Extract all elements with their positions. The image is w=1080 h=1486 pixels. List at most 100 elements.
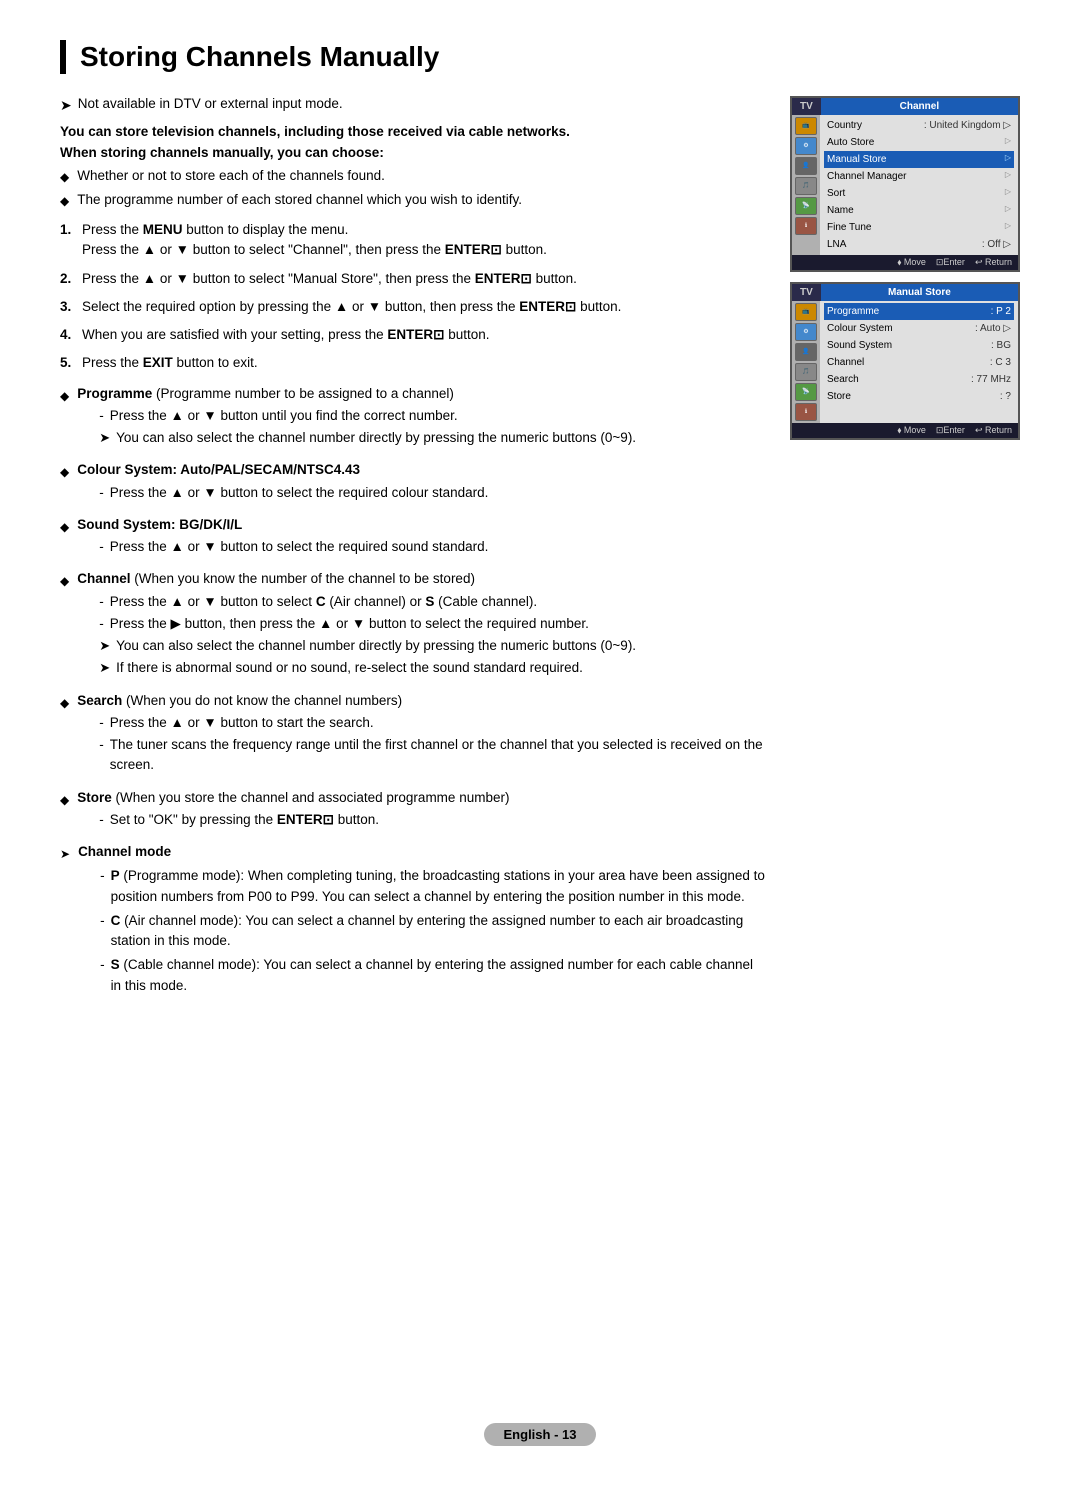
section-store: ◆ Store (When you store the channel and …: [60, 788, 766, 833]
section-sound: ◆ Sound System: BG/DK/I/L - Press the ▲ …: [60, 515, 766, 560]
list-item: ◆ Whether or not to store each of the ch…: [60, 166, 766, 186]
tv-menu-footer-1: ⬧ Move ⊡Enter ↩ Return: [792, 255, 1018, 270]
tv-icon: 🎵: [795, 177, 817, 195]
tv-icon: 📺: [795, 117, 817, 135]
list-item: - Press the ▲ or ▼ button until you find…: [99, 406, 636, 426]
menu-item-highlighted: Programme : P 2: [824, 303, 1014, 320]
menu-item: Sound System : BG: [824, 337, 1014, 354]
tv-icon: 👤: [795, 157, 817, 175]
step-num: 1.: [60, 220, 74, 240]
tv-icon: ℹ: [795, 403, 817, 421]
tv-icon: 👤: [795, 343, 817, 361]
tv-icon: ℹ: [795, 217, 817, 235]
note-arrow-icon: ➤: [60, 845, 70, 863]
menu-item: Channel Manager ▷: [824, 168, 1014, 185]
step-text: Press the MENU button to display the men…: [82, 220, 547, 261]
note-arrow-icon: ➤: [99, 636, 110, 656]
diamond-icon: ◆: [60, 572, 69, 590]
step-1: 1. Press the MENU button to display the …: [60, 220, 766, 261]
tv-menu-footer-2: ⬧ Move ⊡Enter ↩ Return: [792, 423, 1018, 438]
list-item: - Press the ▲ or ▼ button to start the s…: [99, 713, 766, 733]
step-text: Select the required option by pressing t…: [82, 297, 621, 317]
bold-intro: You can store television channels, inclu…: [60, 124, 766, 139]
page-title: Storing Channels Manually: [60, 40, 1020, 74]
note-arrow-icon: ➤: [60, 97, 72, 114]
menu-item: Search : 77 MHz: [824, 371, 1014, 388]
tv-menu-header-2: TV Manual Store: [792, 284, 1018, 301]
tv-icon: 📡: [795, 197, 817, 215]
menu-item: Country : United Kingdom ▷: [824, 117, 1014, 134]
step-num: 5.: [60, 353, 74, 373]
step-4: 4. When you are satisfied with your sett…: [60, 325, 766, 345]
right-content: TV Channel 📺 ⚙ 👤 🎵 📡 ℹ Country: [790, 96, 1020, 450]
channel-mode-content: Channel mode - P (Programme mode): When …: [78, 842, 766, 998]
diamond-icon: ◆: [60, 463, 69, 481]
section-content: Colour System: Auto/PAL/SECAM/NTSC4.43 -…: [77, 460, 488, 505]
step-3: 3. Select the required option by pressin…: [60, 297, 766, 317]
menu-item: Store : ?: [824, 388, 1014, 405]
step-num: 4.: [60, 325, 74, 345]
tv-menu-channel: TV Channel 📺 ⚙ 👤 🎵 📡 ℹ Country: [790, 96, 1020, 272]
list-item: - P (Programme mode): When completing tu…: [100, 866, 766, 907]
section-colour: ◆ Colour System: Auto/PAL/SECAM/NTSC4.43…: [60, 460, 766, 505]
menu-item: Fine Tune ▷: [824, 219, 1014, 236]
list-item: - Set to "OK" by pressing the ENTER⊡ but…: [99, 810, 509, 830]
step-text: When you are satisfied with your setting…: [82, 325, 490, 345]
note-arrow-icon: ➤: [99, 428, 110, 448]
section-search: ◆ Search (When you do not know the chann…: [60, 691, 766, 778]
diamond-icon: ◆: [60, 192, 69, 210]
step-num: 2.: [60, 269, 74, 289]
page-container: Storing Channels Manually ➤ Not availabl…: [0, 0, 1080, 1486]
tv-icon: 📺: [795, 303, 817, 321]
footer-badge: English - 13: [484, 1423, 597, 1446]
list-item: - Press the ▲ or ▼ button to select the …: [99, 483, 488, 503]
section-channel: ◆ Channel (When you know the number of t…: [60, 569, 766, 680]
numbered-list: 1. Press the MENU button to display the …: [60, 220, 766, 374]
menu-item: Channel : C 3: [824, 354, 1014, 371]
tv-menu-body-1: 📺 ⚙ 👤 🎵 📡 ℹ Country : United Kingdom ▷: [792, 115, 1018, 255]
diamond-icon: ◆: [60, 518, 69, 536]
list-item: - Press the ▲ or ▼ button to select C (A…: [99, 592, 636, 612]
menu-item: Name ▷: [824, 202, 1014, 219]
tv-icon: 🎵: [795, 363, 817, 381]
step-text: Press the ▲ or ▼ button to select "Manua…: [82, 269, 577, 289]
page-footer: English - 13: [0, 1423, 1080, 1446]
section-content: Sound System: BG/DK/I/L - Press the ▲ or…: [77, 515, 488, 560]
diamond-icon: ◆: [60, 694, 69, 712]
section-programme: ◆ Programme (Programme number to be assi…: [60, 384, 766, 451]
section-content: Programme (Programme number to be assign…: [77, 384, 636, 451]
note-arrow-icon: ➤: [99, 658, 110, 678]
tv-icon: ⚙: [795, 323, 817, 341]
section-content: Search (When you do not know the channel…: [77, 691, 766, 778]
tv-menu-manual-store: TV Manual Store 📺 ⚙ 👤 🎵 📡 ℹ Programm: [790, 282, 1020, 440]
diamond-icon: ◆: [60, 168, 69, 186]
tv-menu-body-2: 📺 ⚙ 👤 🎵 📡 ℹ Programme : P 2 Colou: [792, 301, 1018, 423]
list-item: - Press the ▲ or ▼ button to select the …: [99, 537, 488, 557]
main-layout: ➤ Not available in DTV or external input…: [60, 96, 1020, 1004]
tv-icon: 📡: [795, 383, 817, 401]
bullet-list: ◆ Whether or not to store each of the ch…: [60, 166, 766, 211]
menu-item: Auto Store ▷: [824, 134, 1014, 151]
menu-item-highlighted: Manual Store ▷: [824, 151, 1014, 168]
menu-item: LNA : Off ▷: [824, 236, 1014, 253]
tv-menu-header-1: TV Channel: [792, 98, 1018, 115]
list-item: - S (Cable channel mode): You can select…: [100, 955, 766, 996]
list-item: - C (Air channel mode): You can select a…: [100, 911, 766, 952]
step-5: 5. Press the EXIT button to exit.: [60, 353, 766, 373]
note-box-1: ➤ Not available in DTV or external input…: [60, 96, 766, 114]
list-item: ◆ The programme number of each stored ch…: [60, 190, 766, 210]
diamond-icon: ◆: [60, 387, 69, 405]
step-num: 3.: [60, 297, 74, 317]
diamond-icon: ◆: [60, 791, 69, 809]
step-text: Press the EXIT button to exit.: [82, 353, 258, 373]
menu-item: Colour System : Auto ▷: [824, 320, 1014, 337]
when-storing: When storing channels manually, you can …: [60, 145, 766, 160]
step-2: 2. Press the ▲ or ▼ button to select "Ma…: [60, 269, 766, 289]
section-channel-mode: ➤ Channel mode - P (Programme mode): Whe…: [60, 842, 766, 998]
section-content: Store (When you store the channel and as…: [77, 788, 509, 833]
note-text-1: Not available in DTV or external input m…: [78, 96, 343, 111]
list-item: - Press the ▶ button, then press the ▲ o…: [99, 614, 636, 634]
left-content: ➤ Not available in DTV or external input…: [60, 96, 766, 1004]
section-content: Channel (When you know the number of the…: [77, 569, 636, 680]
menu-item: Sort ▷: [824, 185, 1014, 202]
